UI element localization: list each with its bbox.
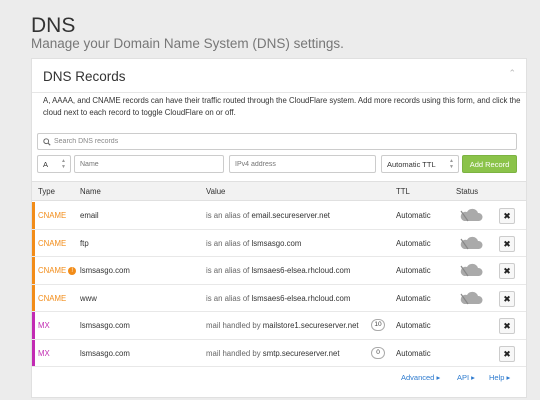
record-name[interactable]: ftp: [80, 239, 89, 248]
card-header: DNS Records ⌃: [32, 59, 526, 93]
delete-record-button[interactable]: ✖: [499, 318, 515, 334]
value-target: lsmsaes6-elsea.rhcloud.com: [251, 266, 351, 275]
select-arrows-icon: ▲ ▼: [61, 158, 66, 170]
record-name[interactable]: www: [80, 294, 97, 303]
api-link[interactable]: API ▸: [457, 373, 475, 382]
table-header: Type Name Value TTL Status: [32, 181, 526, 201]
header-type: Type: [38, 187, 55, 196]
delete-record-button[interactable]: ✖: [499, 290, 515, 307]
record-name[interactable]: lsmsasgo.com: [80, 349, 130, 358]
record-value[interactable]: is an alias of lsmsaes6-elsea.rhcloud.co…: [206, 266, 350, 275]
info-icon[interactable]: !: [68, 267, 77, 275]
record-value[interactable]: is an alias of lsmsaes6-elsea.rhcloud.co…: [206, 294, 350, 303]
record-type: CNAME: [38, 293, 67, 303]
record-ttl[interactable]: Automatic: [396, 211, 431, 220]
value-prefix: is an alias of: [206, 266, 250, 275]
ipv4-address-input[interactable]: [229, 155, 376, 173]
ttl-value: Automatic TTL: [387, 160, 436, 169]
mx-priority-badge[interactable]: 0: [371, 346, 385, 359]
table-row: CNAME www is an alias of lsmsaes6-elsea.…: [32, 284, 526, 312]
record-name[interactable]: email: [80, 211, 99, 220]
table-row: MX lsmsasgo.com mail handled by smtp.sec…: [32, 339, 526, 367]
record-type-select[interactable]: A ▲ ▼: [37, 155, 71, 173]
record-ttl[interactable]: Automatic: [396, 349, 431, 358]
record-ttl[interactable]: Automatic: [396, 266, 431, 275]
name-input[interactable]: [74, 155, 224, 173]
record-value[interactable]: mail handled by smtp.secureserver.net: [206, 349, 340, 358]
value-prefix: mail handled by: [206, 321, 261, 330]
value-prefix: is an alias of: [206, 211, 250, 220]
value-target: email.secureserver.net: [251, 211, 330, 220]
value-target: lsmsaes6-elsea.rhcloud.com: [251, 293, 351, 303]
value-prefix: is an alias of: [206, 293, 250, 303]
header-status: Status: [456, 187, 479, 196]
cloud-toggle-icon[interactable]: [459, 208, 483, 222]
cloud-toggle-icon[interactable]: [459, 291, 483, 305]
record-type: CNAME: [38, 211, 67, 220]
value-target: lsmsasgo.com: [251, 238, 302, 248]
select-arrows-icon: ▲ ▼: [449, 158, 454, 170]
delete-record-button[interactable]: ✖: [499, 208, 515, 224]
cloud-toggle-icon[interactable]: [459, 263, 483, 277]
row-type-bar: [32, 202, 35, 229]
mx-priority-badge[interactable]: 10: [371, 319, 385, 331]
row-type-bar: [32, 257, 35, 284]
record-ttl[interactable]: Automatic: [396, 239, 431, 248]
value-target: mailstore1.secureserver.net: [262, 321, 359, 330]
value-prefix: is an alias of: [206, 238, 250, 248]
record-type: MX: [38, 348, 50, 358]
table-row: MX lsmsasgo.com mail handled by mailstor…: [32, 312, 526, 340]
page-title: DNS: [31, 14, 76, 37]
search-input[interactable]: [54, 135, 504, 148]
card-description: A, AAAA, and CNAME records can have thei…: [43, 96, 521, 117]
table-row: CNAME ftp is an alias of lsmsasgo.com Au…: [32, 229, 526, 257]
record-type: CNAME!: [38, 266, 77, 275]
delete-record-button[interactable]: ✖: [499, 345, 515, 362]
card-title: DNS Records: [43, 69, 126, 84]
delete-record-button[interactable]: ✖: [499, 235, 515, 252]
row-type-bar: [32, 284, 35, 311]
row-type-bar: [32, 229, 35, 256]
search-box[interactable]: [37, 133, 517, 150]
value-target: smtp.secureserver.net: [262, 348, 340, 358]
row-type-bar: [32, 312, 35, 339]
search-icon: [43, 138, 51, 146]
record-type-value: A: [43, 160, 49, 169]
record-name[interactable]: lsmsasgo.com: [80, 266, 130, 275]
record-value[interactable]: is an alias of lsmsasgo.com: [206, 239, 301, 248]
collapse-icon[interactable]: ⌃: [508, 68, 516, 79]
record-type: CNAME: [38, 238, 67, 248]
table-row: CNAME email is an alias of email.secures…: [32, 202, 526, 230]
add-record-button[interactable]: Add Record: [462, 155, 517, 173]
cloud-toggle-icon[interactable]: [459, 236, 483, 250]
record-value[interactable]: is an alias of email.secureserver.net: [206, 211, 330, 220]
record-type-label: CNAME: [38, 266, 67, 275]
add-record-form: A ▲▼ Automatic TTL ▲▼ Add Record: [37, 155, 517, 173]
row-type-bar: [32, 339, 35, 366]
value-prefix: mail handled by: [206, 348, 261, 358]
record-type: MX: [38, 321, 50, 330]
table-row: CNAME! lsmsasgo.com is an alias of lsmsa…: [32, 257, 526, 285]
header-ttl: TTL: [396, 187, 410, 196]
record-ttl[interactable]: Automatic: [396, 321, 431, 330]
footer-links: Advanced ▸ API ▸ Help ▸: [32, 371, 526, 385]
help-link[interactable]: Help ▸: [489, 373, 510, 382]
header-value: Value: [206, 187, 226, 196]
delete-record-button[interactable]: ✖: [499, 263, 515, 279]
advanced-link[interactable]: Advanced ▸: [401, 373, 440, 382]
dns-records-card: DNS Records ⌃ A, AAAA, and CNAME records…: [31, 58, 527, 398]
record-name[interactable]: lsmsasgo.com: [80, 321, 130, 330]
record-value[interactable]: mail handled by mailstore1.secureserver.…: [206, 321, 359, 330]
ttl-select[interactable]: Automatic TTL ▲ ▼: [381, 155, 459, 173]
record-ttl[interactable]: Automatic: [396, 294, 431, 303]
header-name: Name: [80, 187, 101, 196]
records-table: CNAME email is an alias of email.secures…: [32, 202, 526, 367]
page-subtitle: Manage your Domain Name System (DNS) set…: [31, 36, 344, 51]
